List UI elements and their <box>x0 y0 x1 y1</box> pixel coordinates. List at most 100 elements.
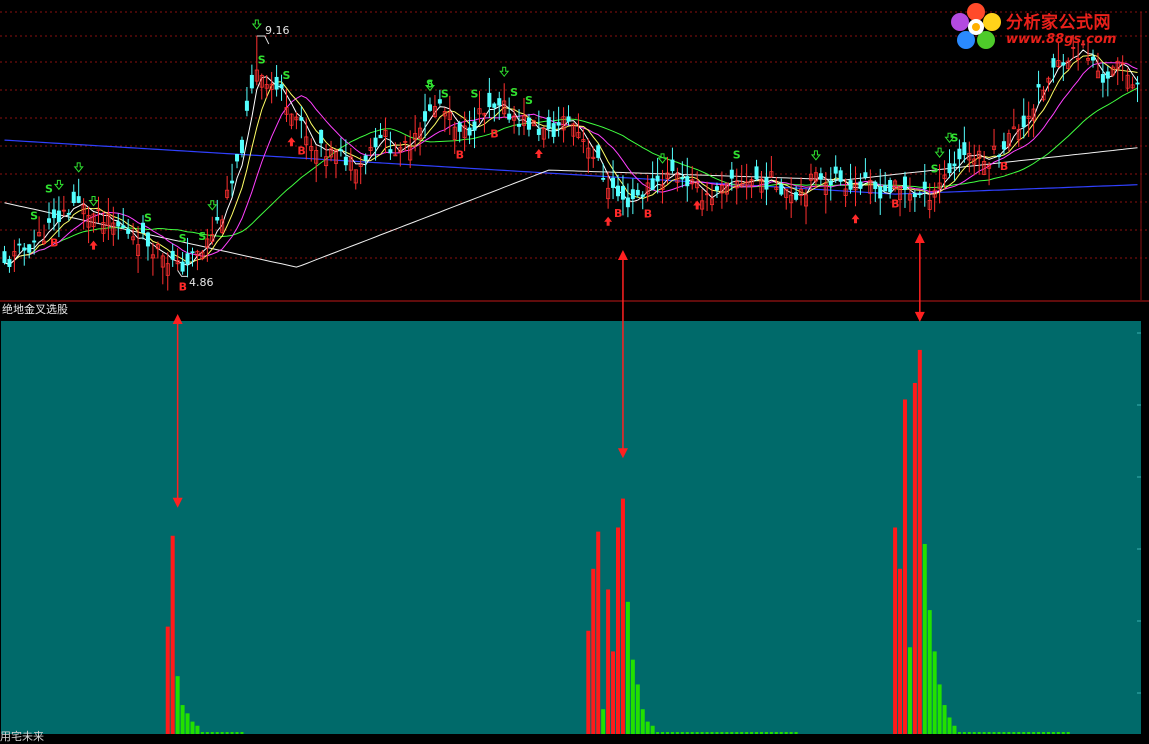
candle-body <box>779 184 784 195</box>
green-histogram-bar <box>779 732 783 734</box>
green-histogram-bar <box>992 732 996 734</box>
sell-signal-s: S <box>931 162 939 175</box>
green-histogram-bar <box>1022 732 1026 734</box>
candle-body <box>888 180 893 193</box>
red-histogram-bar <box>586 630 591 734</box>
candle-body <box>848 180 853 190</box>
candle-body <box>838 170 843 182</box>
green-histogram-bar <box>230 732 234 734</box>
green-histogram-bar <box>185 713 190 734</box>
candle-body <box>235 154 240 162</box>
candle-body <box>56 210 61 222</box>
green-histogram-bar <box>685 732 689 734</box>
green-histogram-bar <box>661 732 665 734</box>
green-histogram-bar <box>987 732 991 734</box>
candle-body <box>1100 74 1105 83</box>
candle-body <box>32 240 37 243</box>
green-histogram-bar <box>640 709 645 734</box>
green-histogram-bar <box>195 725 200 734</box>
candle-body <box>635 189 640 196</box>
candle-body <box>551 123 556 137</box>
green-histogram-bar <box>755 732 759 734</box>
sell-signal-s: S <box>525 94 533 107</box>
green-histogram-bar <box>997 732 1001 734</box>
green-histogram-bar <box>774 732 778 734</box>
green-histogram-bar <box>175 676 180 734</box>
candle-body <box>611 177 616 188</box>
candle-body <box>863 172 868 178</box>
candle-body <box>536 128 541 135</box>
candle-body <box>957 148 962 160</box>
green-histogram-bar <box>784 732 788 734</box>
candle-body <box>878 186 883 199</box>
green-histogram-bar <box>982 732 986 734</box>
candle-body <box>794 192 799 200</box>
candle-body <box>116 221 121 227</box>
candle-body <box>492 103 497 108</box>
green-histogram-bar <box>1061 732 1065 734</box>
green-histogram-bar <box>700 732 704 734</box>
buy-signal-b: B <box>614 207 622 220</box>
candle-body <box>754 166 759 180</box>
candle-body <box>996 155 1001 157</box>
green-histogram-bar <box>650 725 655 734</box>
buy-signal-b: B <box>490 127 498 140</box>
candle-body <box>487 92 492 108</box>
candle-body <box>319 129 324 144</box>
sell-signal-s: S <box>471 87 479 100</box>
candle-body <box>680 177 685 180</box>
red-histogram-bar <box>917 349 922 734</box>
candle-body <box>1090 56 1095 61</box>
green-histogram-bar <box>180 705 185 734</box>
green-histogram-bar <box>656 732 660 734</box>
buy-signal-b: B <box>1000 160 1008 173</box>
green-histogram-bar <box>630 659 635 734</box>
green-histogram-bar <box>947 717 952 734</box>
candle-body <box>472 121 477 131</box>
green-histogram-bar <box>225 732 229 734</box>
red-histogram-bar <box>606 589 611 734</box>
candle-body <box>71 191 76 204</box>
green-histogram-bar <box>759 732 763 734</box>
candle-body <box>7 259 12 267</box>
flower-logo-icon <box>951 3 1001 49</box>
green-histogram-bar <box>190 721 195 734</box>
candle-body <box>685 176 690 187</box>
candle-body <box>917 193 922 195</box>
candle-body <box>952 163 957 167</box>
candle-body <box>66 212 71 215</box>
candle-body <box>279 84 284 89</box>
red-histogram-bar <box>902 399 907 734</box>
red-histogram-bar <box>620 498 625 734</box>
candle-body <box>912 193 917 198</box>
candle-body <box>556 122 561 126</box>
green-histogram-bar <box>1007 732 1011 734</box>
candle-body <box>299 117 304 121</box>
candle-body <box>230 180 235 184</box>
green-histogram-bar <box>730 732 734 734</box>
candle-body <box>457 122 462 132</box>
candle-body <box>338 149 343 152</box>
buy-signal-b: B <box>456 148 464 161</box>
candle-body <box>922 181 927 190</box>
sell-signal-s: S <box>510 86 518 99</box>
candle-body <box>873 181 878 190</box>
buy-signal-b: B <box>297 144 305 157</box>
green-histogram-bar <box>210 732 214 734</box>
sell-signal-s: S <box>45 182 53 195</box>
candle-body <box>729 169 734 179</box>
candle-body <box>566 116 571 122</box>
candle-body <box>818 173 823 180</box>
logo-url: www.88gs.com <box>1006 32 1117 47</box>
candle-body <box>616 185 621 197</box>
buy-signal-b: B <box>179 281 187 294</box>
green-histogram-bar <box>769 732 773 734</box>
green-histogram-bar <box>1027 732 1031 734</box>
green-histogram-bar <box>967 732 971 734</box>
candle-body <box>1001 141 1006 150</box>
candle-body <box>714 186 719 191</box>
candle-body <box>640 194 645 197</box>
green-histogram-bar <box>645 721 650 734</box>
candle-body <box>625 197 630 208</box>
green-histogram-bar <box>235 732 239 734</box>
